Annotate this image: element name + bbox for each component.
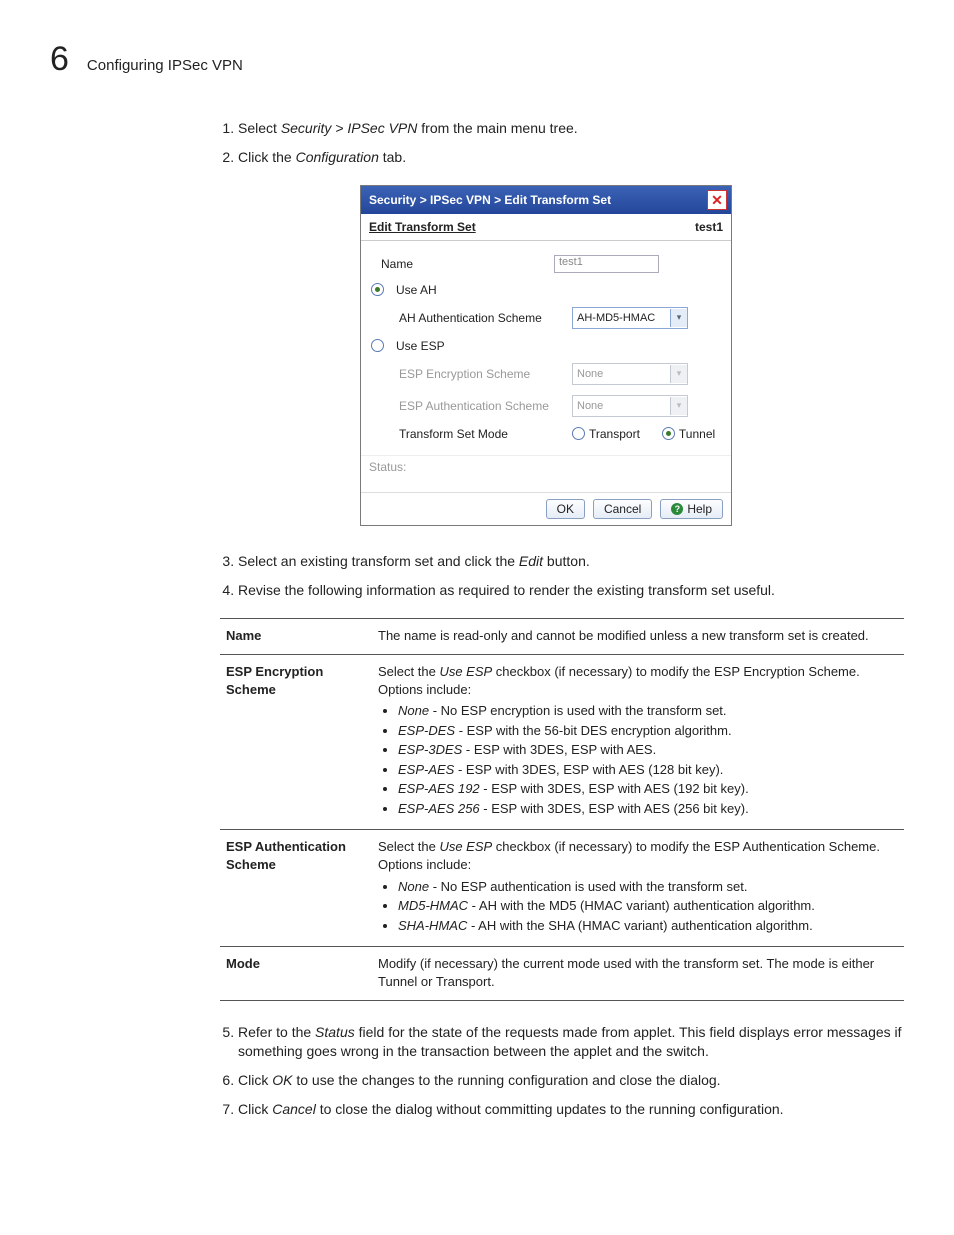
table-row: Name The name is read-only and cannot be… <box>220 618 904 655</box>
chevron-down-icon: ▾ <box>670 309 687 327</box>
list-item: SHA-HMAC - AH with the SHA (HMAC variant… <box>398 917 898 935</box>
ah-auth-label: AH Authentication Scheme <box>381 311 564 325</box>
close-icon[interactable]: ✕ <box>707 190 727 210</box>
transform-set-mode-label: Transform Set Mode <box>381 427 564 441</box>
list-item: ESP-3DES - ESP with 3DES, ESP with AES. <box>398 741 898 759</box>
name-input[interactable]: test1 <box>554 255 659 273</box>
use-ah-radio[interactable] <box>371 283 384 296</box>
dialog-body: Name test1 Use AH AH Authentication Sche… <box>361 241 731 455</box>
list-item: ESP-AES 256 - ESP with 3DES, ESP with AE… <box>398 800 898 818</box>
use-esp-label: Use ESP <box>396 339 445 353</box>
chapter-title: Configuring IPSec VPN <box>87 57 243 74</box>
field-name-header: Name <box>220 618 372 655</box>
step-6: Click OK to use the changes to the runni… <box>238 1071 904 1090</box>
esp-auth-options: None - No ESP authentication is used wit… <box>398 878 898 935</box>
step-5: Refer to the Status field for the state … <box>238 1023 904 1061</box>
content-area: Select Security > IPSec VPN from the mai… <box>220 119 904 1119</box>
use-esp-radio[interactable] <box>371 339 384 352</box>
table-row: ESP Authentication Scheme Select the Use… <box>220 830 904 947</box>
step-1: Select Security > IPSec VPN from the mai… <box>238 119 904 138</box>
esp-enc-select: None ▾ <box>572 363 688 385</box>
step-7: Click Cancel to close the dialog without… <box>238 1100 904 1119</box>
table-row: ESP Encryption Scheme Select the Use ESP… <box>220 655 904 830</box>
dialog-titlebar: Security > IPSec VPN > Edit Transform Se… <box>361 186 731 214</box>
list-item: ESP-DES - ESP with the 56-bit DES encryp… <box>398 722 898 740</box>
esp-auth-select: None ▾ <box>572 395 688 417</box>
dialog-subheader-right: test1 <box>695 220 723 234</box>
dialog-status: Status: <box>361 455 731 492</box>
list-item: MD5-HMAC - AH with the MD5 (HMAC variant… <box>398 897 898 915</box>
tunnel-label: Tunnel <box>679 427 715 441</box>
esp-enc-label: ESP Encryption Scheme <box>381 367 564 381</box>
step-3: Select an existing transform set and cli… <box>238 552 904 571</box>
transport-label: Transport <box>589 427 640 441</box>
chapter-number: 6 <box>50 40 69 79</box>
field-mode-desc: Modify (if necessary) the current mode u… <box>372 947 904 1001</box>
list-item: None - No ESP encryption is used with th… <box>398 702 898 720</box>
step-2: Click the Configuration tab. <box>238 148 904 167</box>
list-item: None - No ESP authentication is used wit… <box>398 878 898 896</box>
steps-list-b: Select an existing transform set and cli… <box>220 552 904 600</box>
ok-button[interactable]: OK <box>546 499 585 519</box>
field-name-desc: The name is read-only and cannot be modi… <box>372 618 904 655</box>
dialog-title: Security > IPSec VPN > Edit Transform Se… <box>369 193 611 207</box>
steps-list-c: Refer to the Status field for the state … <box>220 1023 904 1119</box>
use-ah-label: Use AH <box>396 283 437 297</box>
help-button[interactable]: ? Help <box>660 499 723 519</box>
cancel-button[interactable]: Cancel <box>593 499 652 519</box>
table-row: Mode Modify (if necessary) the current m… <box>220 947 904 1001</box>
dialog-footer: OK Cancel ? Help <box>361 492 731 525</box>
edit-transform-set-dialog: Security > IPSec VPN > Edit Transform Se… <box>360 185 732 526</box>
esp-enc-options: None - No ESP encryption is used with th… <box>398 702 898 817</box>
chevron-down-icon: ▾ <box>670 365 687 383</box>
tunnel-radio[interactable] <box>662 427 675 440</box>
help-icon: ? <box>671 503 683 515</box>
transport-radio[interactable] <box>572 427 585 440</box>
list-item: ESP-AES - ESP with 3DES, ESP with AES (1… <box>398 761 898 779</box>
field-esp-auth-header: ESP Authentication Scheme <box>220 830 372 947</box>
dialog-subheader-left: Edit Transform Set <box>369 220 476 234</box>
field-esp-enc-desc: Select the Use ESP checkbox (if necessar… <box>372 655 904 830</box>
chevron-down-icon: ▾ <box>670 397 687 415</box>
field-esp-enc-header: ESP Encryption Scheme <box>220 655 372 830</box>
dialog-subheader: Edit Transform Set test1 <box>361 214 731 241</box>
field-mode-header: Mode <box>220 947 372 1001</box>
field-description-table: Name The name is read-only and cannot be… <box>220 618 904 1002</box>
step-4: Revise the following information as requ… <box>238 581 904 600</box>
ah-auth-select[interactable]: AH-MD5-HMAC ▾ <box>572 307 688 329</box>
list-item: ESP-AES 192 - ESP with 3DES, ESP with AE… <box>398 780 898 798</box>
steps-list-a: Select Security > IPSec VPN from the mai… <box>220 119 904 167</box>
page-header: 6 Configuring IPSec VPN <box>50 40 904 79</box>
esp-auth-label: ESP Authentication Scheme <box>381 399 564 413</box>
field-esp-auth-desc: Select the Use ESP checkbox (if necessar… <box>372 830 904 947</box>
name-label: Name <box>381 257 546 271</box>
